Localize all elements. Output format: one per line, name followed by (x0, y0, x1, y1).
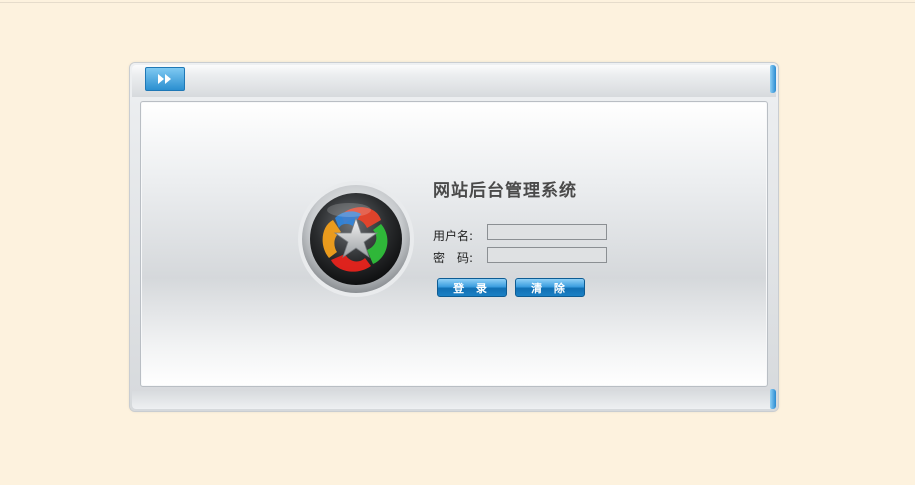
expand-button[interactable] (145, 67, 185, 91)
page-title: 网站后台管理系统 (433, 181, 577, 201)
page-top-divider (0, 2, 915, 3)
titlebar-edge-tab (770, 65, 776, 93)
double-chevron-right-icon (158, 74, 171, 84)
window-titlebar (132, 65, 776, 97)
password-input[interactable] (487, 247, 607, 263)
username-input[interactable] (487, 224, 607, 240)
clear-button[interactable]: 清 除 (515, 278, 585, 297)
login-button[interactable]: 登 录 (437, 278, 507, 297)
login-panel: 网站后台管理系统 用户名: 密 码: 登 录 清 除 (140, 101, 768, 387)
login-window: 网站后台管理系统 用户名: 密 码: 登 录 清 除 (130, 63, 778, 411)
window-footer (132, 391, 776, 409)
footer-edge-tab (770, 389, 776, 409)
star-logo-icon (298, 181, 414, 297)
password-label: 密 码: (433, 251, 474, 265)
username-label: 用户名: (433, 229, 474, 243)
